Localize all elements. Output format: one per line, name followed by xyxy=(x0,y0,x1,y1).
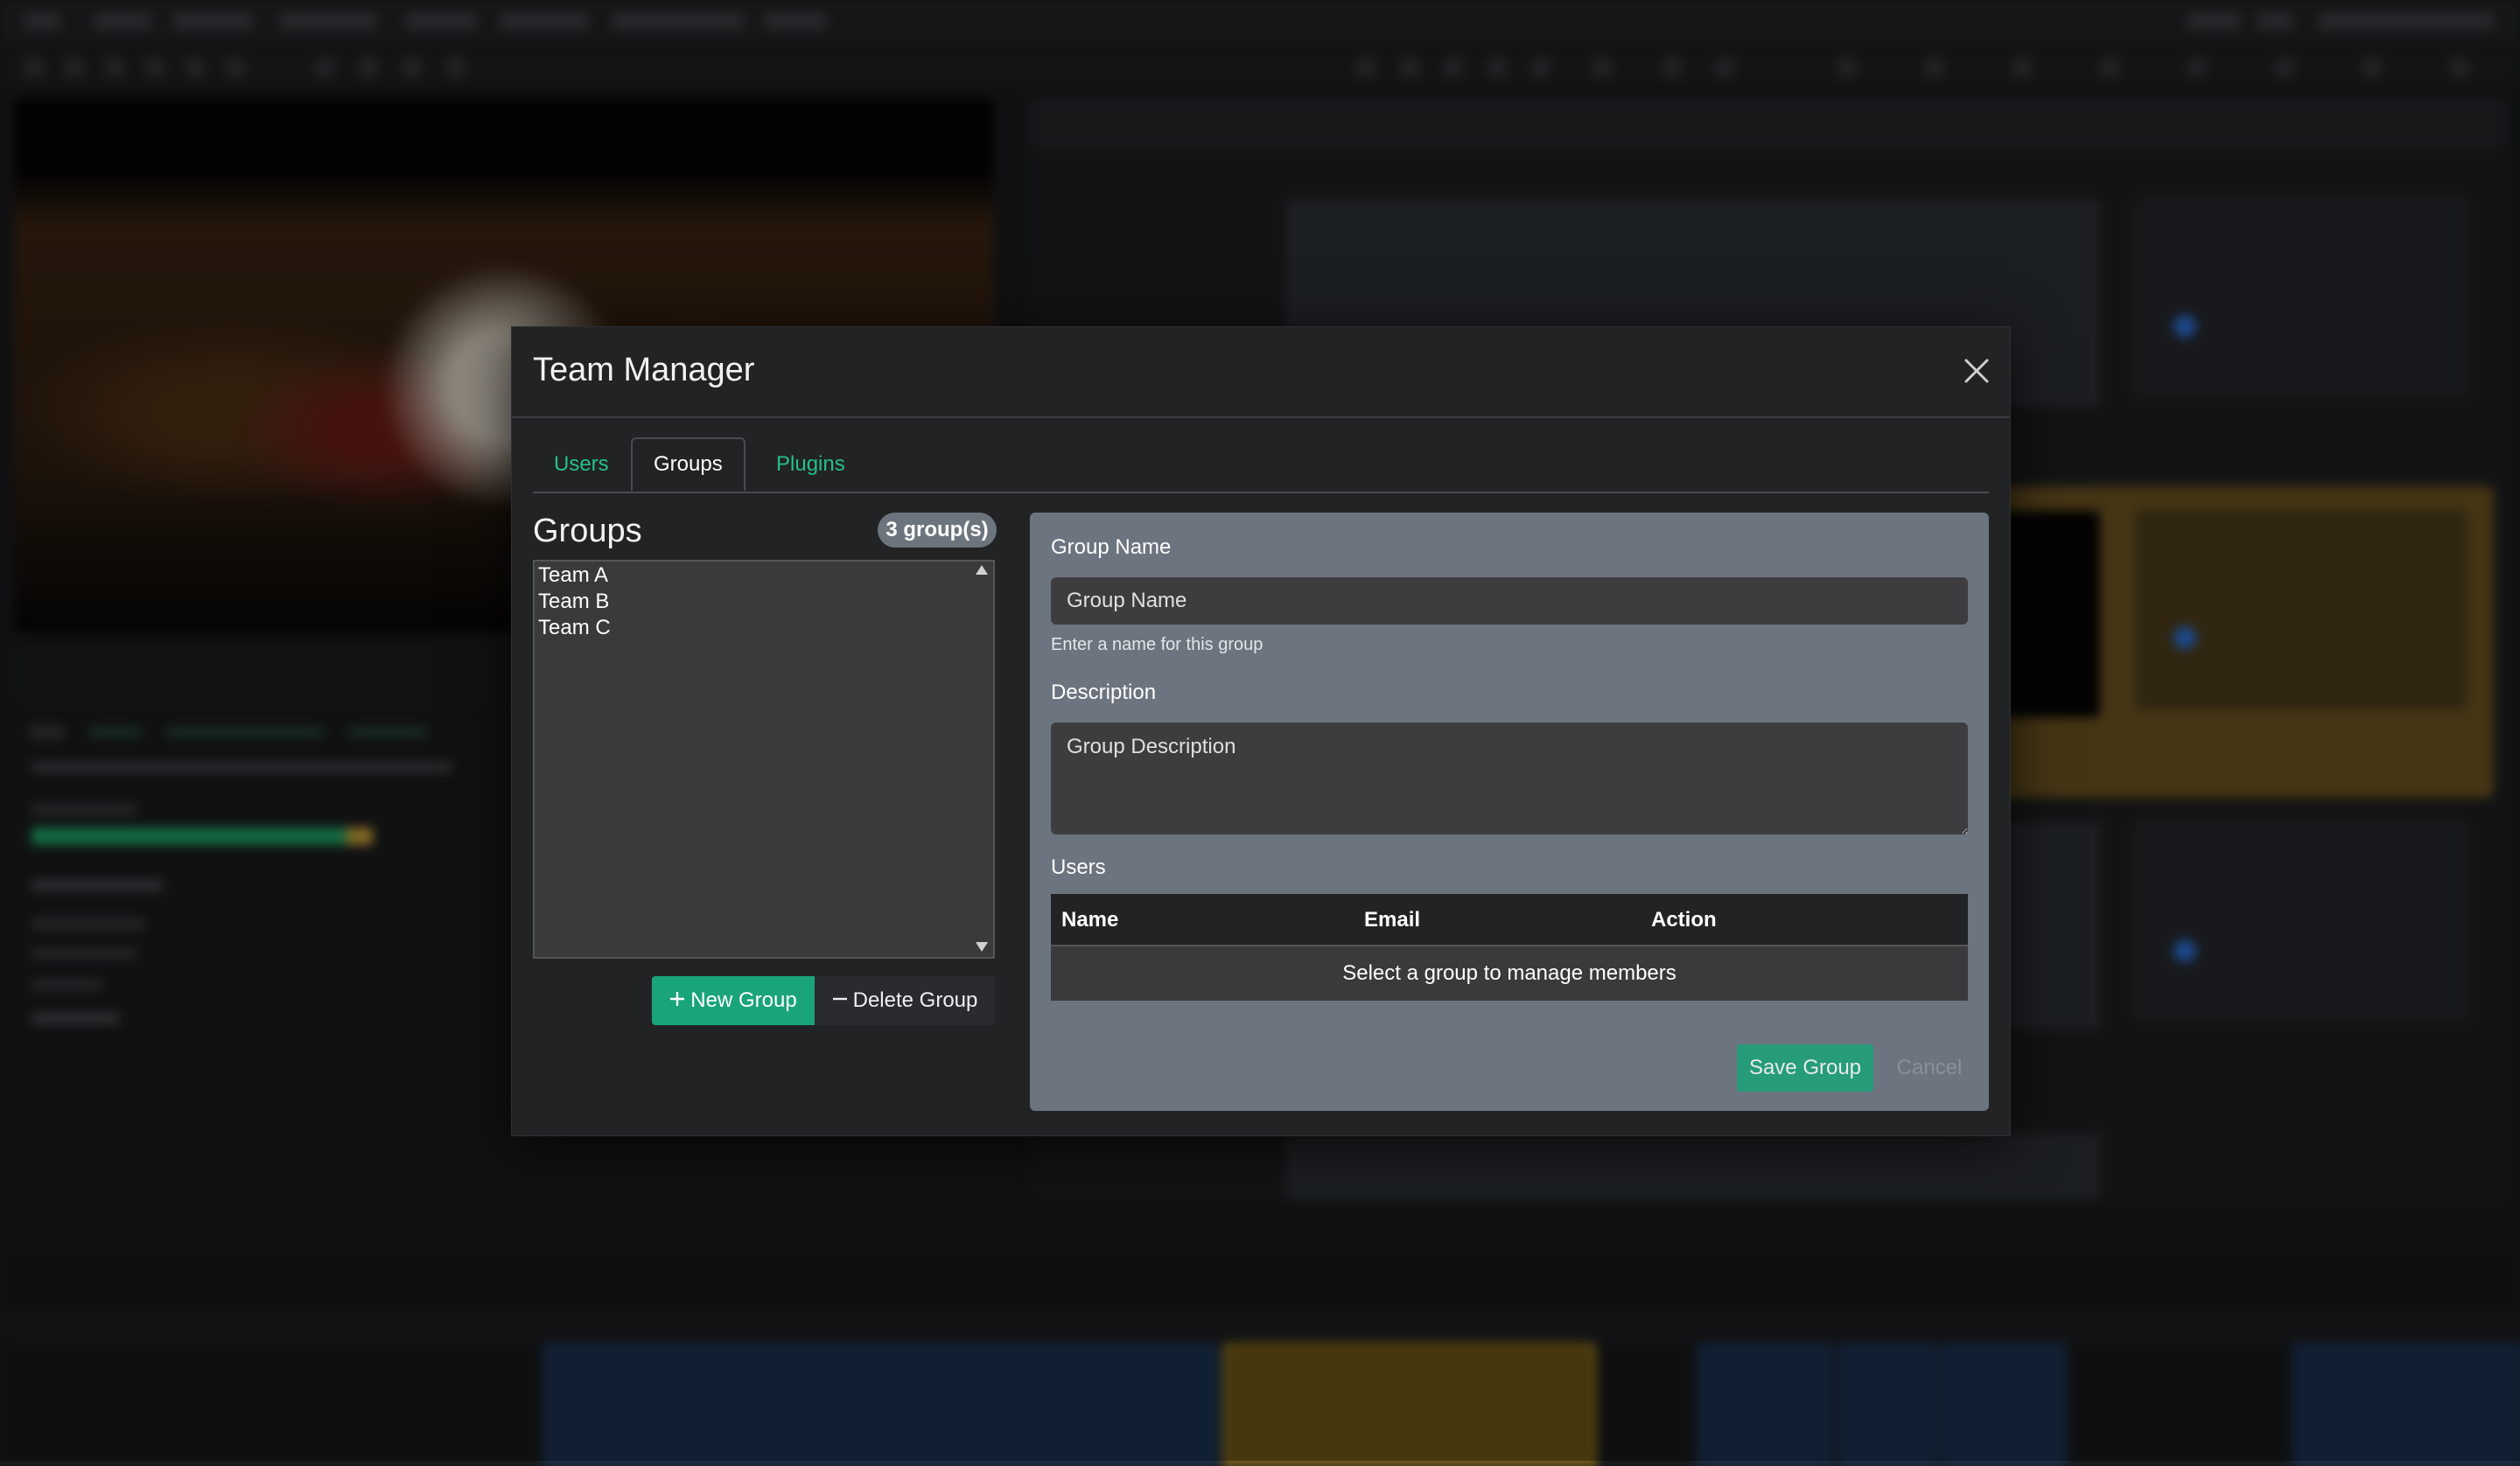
delete-group-label: Delete Group xyxy=(852,988,978,1012)
group-item[interactable]: Team A xyxy=(538,563,608,588)
save-group-button[interactable]: Save Group xyxy=(1737,1044,1873,1092)
group-name-help: Enter a name for this group xyxy=(1051,635,1264,654)
group-count-badge: 3 group(s) xyxy=(878,513,997,548)
column-header-name: Name xyxy=(1061,908,1119,932)
modal-tabs: Users Groups Plugins xyxy=(533,437,1989,493)
column-header-email: Email xyxy=(1364,908,1421,932)
group-item[interactable]: Team C xyxy=(538,616,611,640)
group-item[interactable]: Team B xyxy=(538,590,609,614)
users-label: Users xyxy=(1051,855,1106,879)
group-list-scrollbar[interactable] xyxy=(970,562,993,957)
members-empty-message: Select a group to manage members xyxy=(1051,945,1968,1001)
group-list[interactable]: Team A Team B Team C xyxy=(533,560,995,959)
group-name-input[interactable] xyxy=(1051,577,1968,625)
cancel-button[interactable]: Cancel xyxy=(1884,1044,1975,1092)
team-manager-modal: Team Manager Users Groups Plugins Groups… xyxy=(511,326,2011,1136)
members-table-header: Name Email Action xyxy=(1051,894,1968,945)
close-icon xyxy=(1964,359,1989,383)
tab-users[interactable]: Users xyxy=(533,437,630,492)
group-name-label: Group Name xyxy=(1051,535,1172,559)
plus-icon xyxy=(669,976,685,1025)
groups-heading: Groups xyxy=(533,513,642,549)
scroll-up-icon[interactable] xyxy=(976,565,988,575)
column-header-action: Action xyxy=(1651,908,1717,932)
modal-header: Team Manager xyxy=(512,327,2010,418)
group-form: Group Name Enter a name for this group D… xyxy=(1030,513,1989,1111)
close-button[interactable] xyxy=(1961,355,1992,387)
tab-plugins[interactable]: Plugins xyxy=(755,437,866,492)
new-group-button[interactable]: New Group xyxy=(652,976,815,1025)
tab-groups[interactable]: Groups xyxy=(631,437,746,492)
description-input[interactable] xyxy=(1051,723,1968,834)
scroll-down-icon[interactable] xyxy=(976,942,988,952)
modal-title: Team Manager xyxy=(533,352,755,388)
description-label: Description xyxy=(1051,681,1157,704)
members-table: Name Email Action Select a group to mana… xyxy=(1051,894,1968,1001)
minus-icon xyxy=(832,976,848,1025)
new-group-label: New Group xyxy=(690,988,797,1012)
delete-group-button[interactable]: Delete Group xyxy=(815,976,995,1025)
